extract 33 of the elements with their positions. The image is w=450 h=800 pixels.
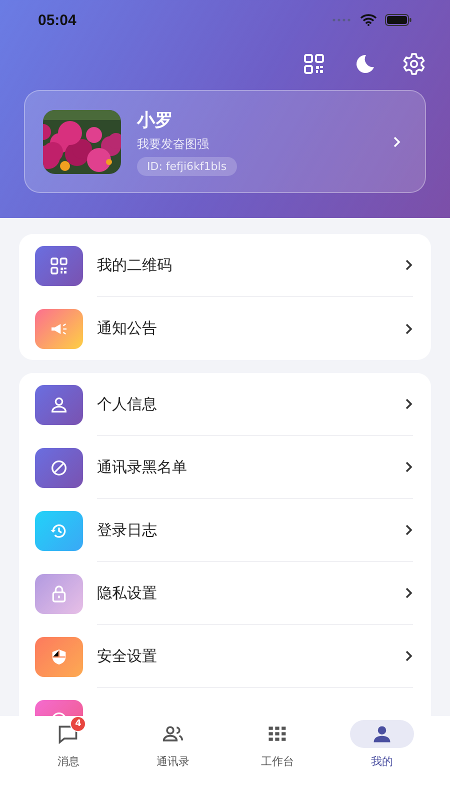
chevron-right-icon [405,322,413,334]
chevron-right-icon [405,398,413,410]
menu-item[interactable]: 个人信息 [97,394,405,414]
menu-item[interactable]: 隐私设置 [97,584,405,602]
profile-card[interactable]: 小罗 我要发奋图强 ID: fefji6kf1bls [24,90,426,193]
menu-item[interactable]: 安全设置 [97,646,405,666]
unread-badge: 4 [70,716,86,732]
chevron-right-icon [393,136,401,148]
menu-item[interactable]: 通知公告 [97,319,405,338]
user-motto: 我要发奋图强 [137,136,209,152]
menu-item[interactable]: 登录日志 [97,520,405,540]
menu-item[interactable]: 我的二维码 [97,256,405,274]
person-icon [49,394,69,414]
qr-code-icon [49,256,69,276]
chevron-right-icon [405,650,413,662]
tab[interactable]: 工作台 [225,720,330,800]
wifi-icon [360,14,377,26]
settings-icon[interactable] [402,52,426,76]
signal-icon [332,18,352,22]
person-icon [370,723,393,745]
status-time: 05:04 [38,12,76,28]
qr-code-icon[interactable] [302,52,326,76]
user-id: ID: fefji6kf1bls [137,156,237,176]
tab[interactable]: 通讯录 [120,720,225,800]
battery-icon [385,14,412,26]
user-name: 小罗 [137,108,173,132]
prohibited-icon [49,458,69,478]
chevron-right-icon [405,461,413,473]
chevron-right-icon [405,259,413,271]
chevron-right-icon [405,587,413,599]
tab[interactable]: 我的 [330,720,434,800]
chevron-right-icon [405,524,413,536]
menu-item[interactable]: 通讯录黑名单 [97,458,405,476]
